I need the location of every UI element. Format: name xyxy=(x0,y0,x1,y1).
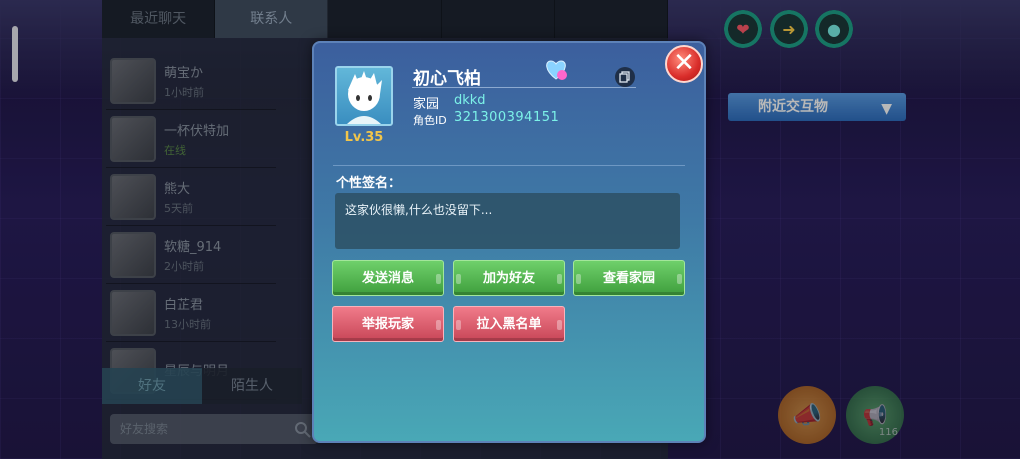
role-id-value: 321300394151 xyxy=(454,110,560,125)
send-message-label: 发送消息 xyxy=(361,271,414,286)
send-message-button[interactable]: 发送消息 xyxy=(332,260,444,296)
view-home-label: 查看家园 xyxy=(602,271,655,286)
name-divider xyxy=(412,87,636,88)
player-name: 初心飞柏 xyxy=(413,69,481,89)
player-avatar[interactable] xyxy=(335,66,393,126)
role-id-label: 角色ID xyxy=(413,114,447,127)
signature-text: 这家伙很懒,什么也没留下... xyxy=(345,203,493,217)
player-level: Lv.35 xyxy=(344,130,384,145)
home-label: 家园 xyxy=(413,97,440,112)
add-friend-button[interactable]: 加为好友 xyxy=(453,260,565,296)
blacklist-button[interactable]: 拉入黑名单 xyxy=(453,306,565,342)
avatar-illustration xyxy=(347,71,382,124)
add-friend-label: 加为好友 xyxy=(482,271,535,286)
section-divider xyxy=(333,165,685,166)
home-value: dkkd xyxy=(454,93,486,108)
report-player-button[interactable]: 举报玩家 xyxy=(332,306,444,342)
blacklist-label: 拉入黑名单 xyxy=(476,317,542,332)
report-player-label: 举报玩家 xyxy=(361,317,414,332)
copy-icon[interactable] xyxy=(615,67,635,87)
close-icon: ✕ xyxy=(673,48,695,78)
signature-box: 这家伙很懒,什么也没留下... xyxy=(335,193,680,249)
signature-label: 个性签名： xyxy=(336,176,402,191)
heart-badge-icon xyxy=(541,58,571,82)
close-button[interactable]: ✕ xyxy=(665,45,703,83)
view-home-button[interactable]: 查看家园 xyxy=(573,260,685,296)
